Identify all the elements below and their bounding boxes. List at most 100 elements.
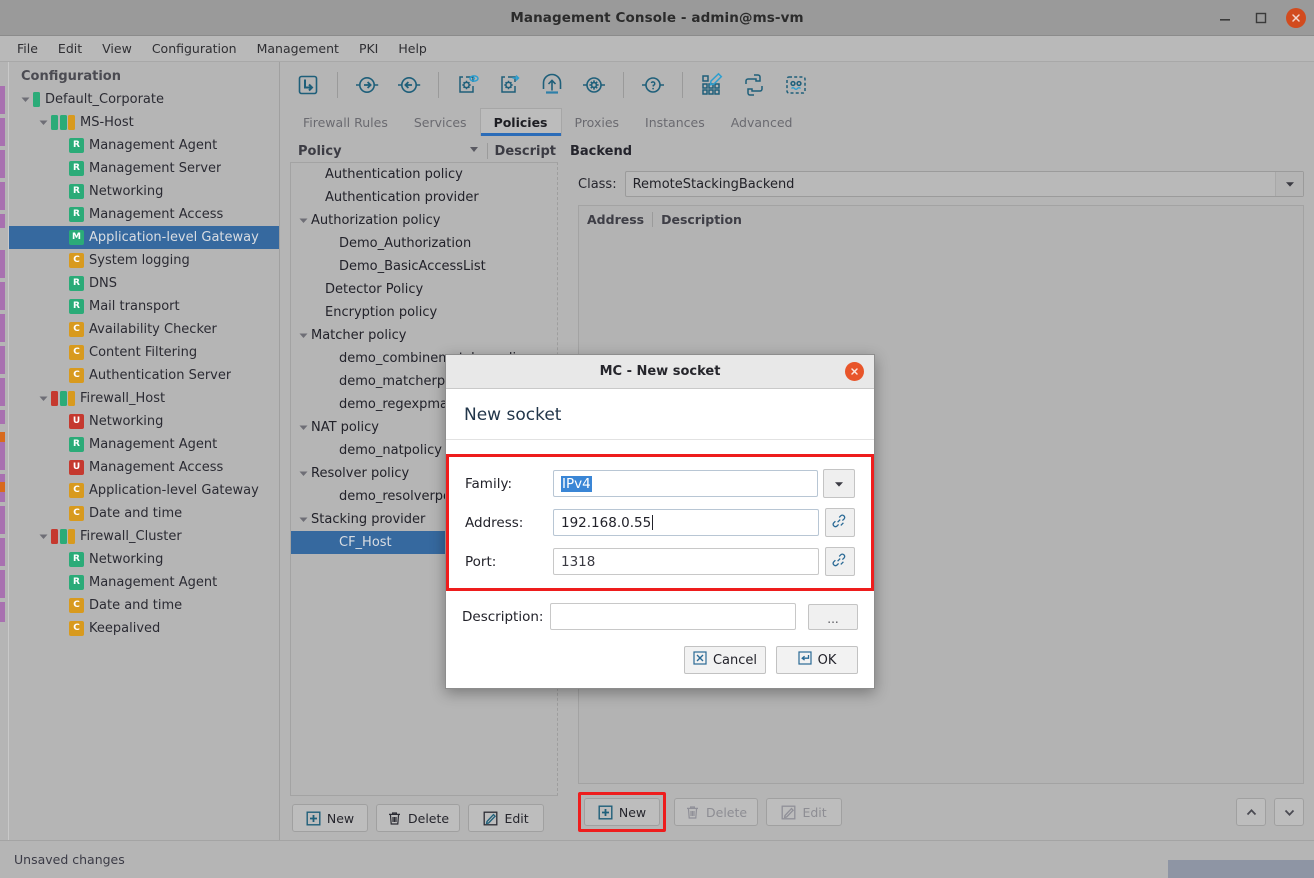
- tree-item[interactable]: R Management Access: [9, 203, 279, 226]
- tree-item[interactable]: MS-Host: [9, 111, 279, 134]
- policy-row[interactable]: Encryption policy: [291, 301, 557, 324]
- description-input[interactable]: [550, 603, 796, 630]
- tree-item[interactable]: R Management Agent: [9, 134, 279, 157]
- policy-column-header[interactable]: Policy: [298, 144, 342, 159]
- close-icon[interactable]: [1286, 8, 1306, 28]
- chevron-down-icon[interactable]: [17, 94, 33, 105]
- chevron-down-icon[interactable]: [295, 330, 311, 341]
- policy-row[interactable]: Authorization policy: [291, 209, 557, 232]
- policy-new-button[interactable]: New: [292, 804, 368, 832]
- console-icon[interactable]: [778, 68, 814, 102]
- column-address[interactable]: Address: [587, 212, 644, 227]
- menu-help[interactable]: Help: [389, 38, 436, 59]
- maximize-icon[interactable]: [1250, 7, 1272, 29]
- menu-view[interactable]: View: [93, 38, 141, 59]
- edit-grid-icon[interactable]: [694, 68, 730, 102]
- view-config-icon[interactable]: [450, 68, 486, 102]
- tree-item[interactable]: R Networking: [9, 548, 279, 571]
- tree-item[interactable]: R Management Server: [9, 157, 279, 180]
- back-arrow-icon[interactable]: [391, 68, 427, 102]
- cancel-x-icon: [693, 651, 707, 669]
- backend-edit-button[interactable]: Edit: [766, 798, 843, 826]
- chevron-down-icon[interactable]: [35, 531, 51, 542]
- description-browse-button[interactable]: ...: [808, 603, 858, 630]
- chevron-down-icon[interactable]: [35, 117, 51, 128]
- tree-item[interactable]: R DNS: [9, 272, 279, 295]
- policy-delete-button[interactable]: Delete: [376, 804, 461, 832]
- column-description[interactable]: Description: [661, 212, 742, 227]
- apply-config-icon[interactable]: [492, 68, 528, 102]
- menu-pki[interactable]: PKI: [350, 38, 387, 59]
- forward-arrow-icon[interactable]: [349, 68, 385, 102]
- backend-delete-button[interactable]: Delete: [674, 798, 759, 826]
- policy-row[interactable]: Authentication provider: [291, 186, 557, 209]
- policy-edit-button[interactable]: Edit: [468, 804, 545, 832]
- cancel-button[interactable]: Cancel: [684, 646, 766, 674]
- address-input[interactable]: 192.168.0.55: [553, 509, 819, 536]
- sort-descending-icon[interactable]: [468, 143, 480, 159]
- ok-button[interactable]: OK: [776, 646, 858, 674]
- tree-item[interactable]: C Authentication Server: [9, 364, 279, 387]
- menu-management[interactable]: Management: [248, 38, 348, 59]
- policy-row[interactable]: Matcher policy: [291, 324, 557, 347]
- tree-item[interactable]: R Mail transport: [9, 295, 279, 318]
- tree-item[interactable]: C Application-level Gateway: [9, 479, 279, 502]
- menu-configuration[interactable]: Configuration: [143, 38, 246, 59]
- chevron-down-icon[interactable]: [295, 215, 311, 226]
- tree-item[interactable]: Firewall_Cluster: [9, 525, 279, 548]
- configuration-tree[interactable]: Default_Corporate MS-Host R Management Agen…: [9, 88, 279, 640]
- policy-row[interactable]: Demo_BasicAccessList: [291, 255, 557, 278]
- family-input[interactable]: IPv4: [553, 470, 818, 497]
- menu-file[interactable]: File: [8, 38, 47, 59]
- description-column-header[interactable]: Descript: [495, 144, 556, 159]
- python-icon[interactable]: [736, 68, 772, 102]
- link-icon[interactable]: [825, 508, 855, 537]
- class-combobox[interactable]: RemoteStackingBackend: [624, 171, 1304, 197]
- backend-new-button[interactable]: New: [584, 798, 660, 826]
- tree-item[interactable]: C Date and time: [9, 502, 279, 525]
- tree-item[interactable]: Firewall_Host: [9, 387, 279, 410]
- tree-item[interactable]: U Management Access: [9, 456, 279, 479]
- upload-icon[interactable]: [534, 68, 570, 102]
- port-input[interactable]: 1318: [553, 548, 819, 575]
- tree-item[interactable]: C System logging: [9, 249, 279, 272]
- policy-row[interactable]: Detector Policy: [291, 278, 557, 301]
- tree-item[interactable]: U Networking: [9, 410, 279, 433]
- tab-proxies[interactable]: Proxies: [562, 108, 633, 136]
- tree-item[interactable]: C Keepalived: [9, 617, 279, 640]
- chevron-down-icon[interactable]: [295, 468, 311, 479]
- chevron-down-icon[interactable]: [823, 469, 855, 498]
- tree-item[interactable]: Default_Corporate: [9, 88, 279, 111]
- chevron-down-icon[interactable]: [295, 514, 311, 525]
- tree-item[interactable]: R Management Agent: [9, 571, 279, 594]
- tree-item[interactable]: C Availability Checker: [9, 318, 279, 341]
- chevron-down-icon[interactable]: [35, 393, 51, 404]
- minimize-icon[interactable]: [1214, 7, 1236, 29]
- tree-item[interactable]: R Networking: [9, 180, 279, 203]
- configuration-tree-sidebar[interactable]: Configuration Default_Corporate MS-Host R M…: [9, 62, 280, 840]
- tree-item[interactable]: R Management Agent: [9, 433, 279, 456]
- settings-icon[interactable]: [576, 68, 612, 102]
- menu-edit[interactable]: Edit: [49, 38, 91, 59]
- chevron-up-icon[interactable]: [1236, 798, 1266, 826]
- tree-item[interactable]: C Date and time: [9, 594, 279, 617]
- chevron-down-icon[interactable]: [1275, 172, 1303, 196]
- main-tabs[interactable]: Firewall Rules Services Policies Proxies Ins…: [280, 108, 1314, 136]
- new-socket-dialog[interactable]: MC - New socket New socket Family: IPv4: [445, 354, 875, 689]
- tab-firewall-rules[interactable]: Firewall Rules: [290, 108, 401, 136]
- go-up-level-icon[interactable]: [290, 68, 326, 102]
- close-icon[interactable]: [845, 362, 864, 381]
- tab-services[interactable]: Services: [401, 108, 480, 136]
- help-icon[interactable]: [635, 68, 671, 102]
- tab-policies[interactable]: Policies: [479, 108, 562, 136]
- tab-instances[interactable]: Instances: [632, 108, 718, 136]
- tree-item[interactable]: M Application-level Gateway: [9, 226, 279, 249]
- chevron-down-icon[interactable]: [1274, 798, 1304, 826]
- policy-row[interactable]: Authentication policy: [291, 163, 557, 186]
- policy-row[interactable]: Demo_Authorization: [291, 232, 557, 255]
- tree-item[interactable]: C Content Filtering: [9, 341, 279, 364]
- link-icon[interactable]: [825, 547, 855, 576]
- tab-advanced[interactable]: Advanced: [718, 108, 806, 136]
- chevron-down-icon[interactable]: [295, 422, 311, 433]
- resize-grip[interactable]: [1168, 860, 1314, 878]
